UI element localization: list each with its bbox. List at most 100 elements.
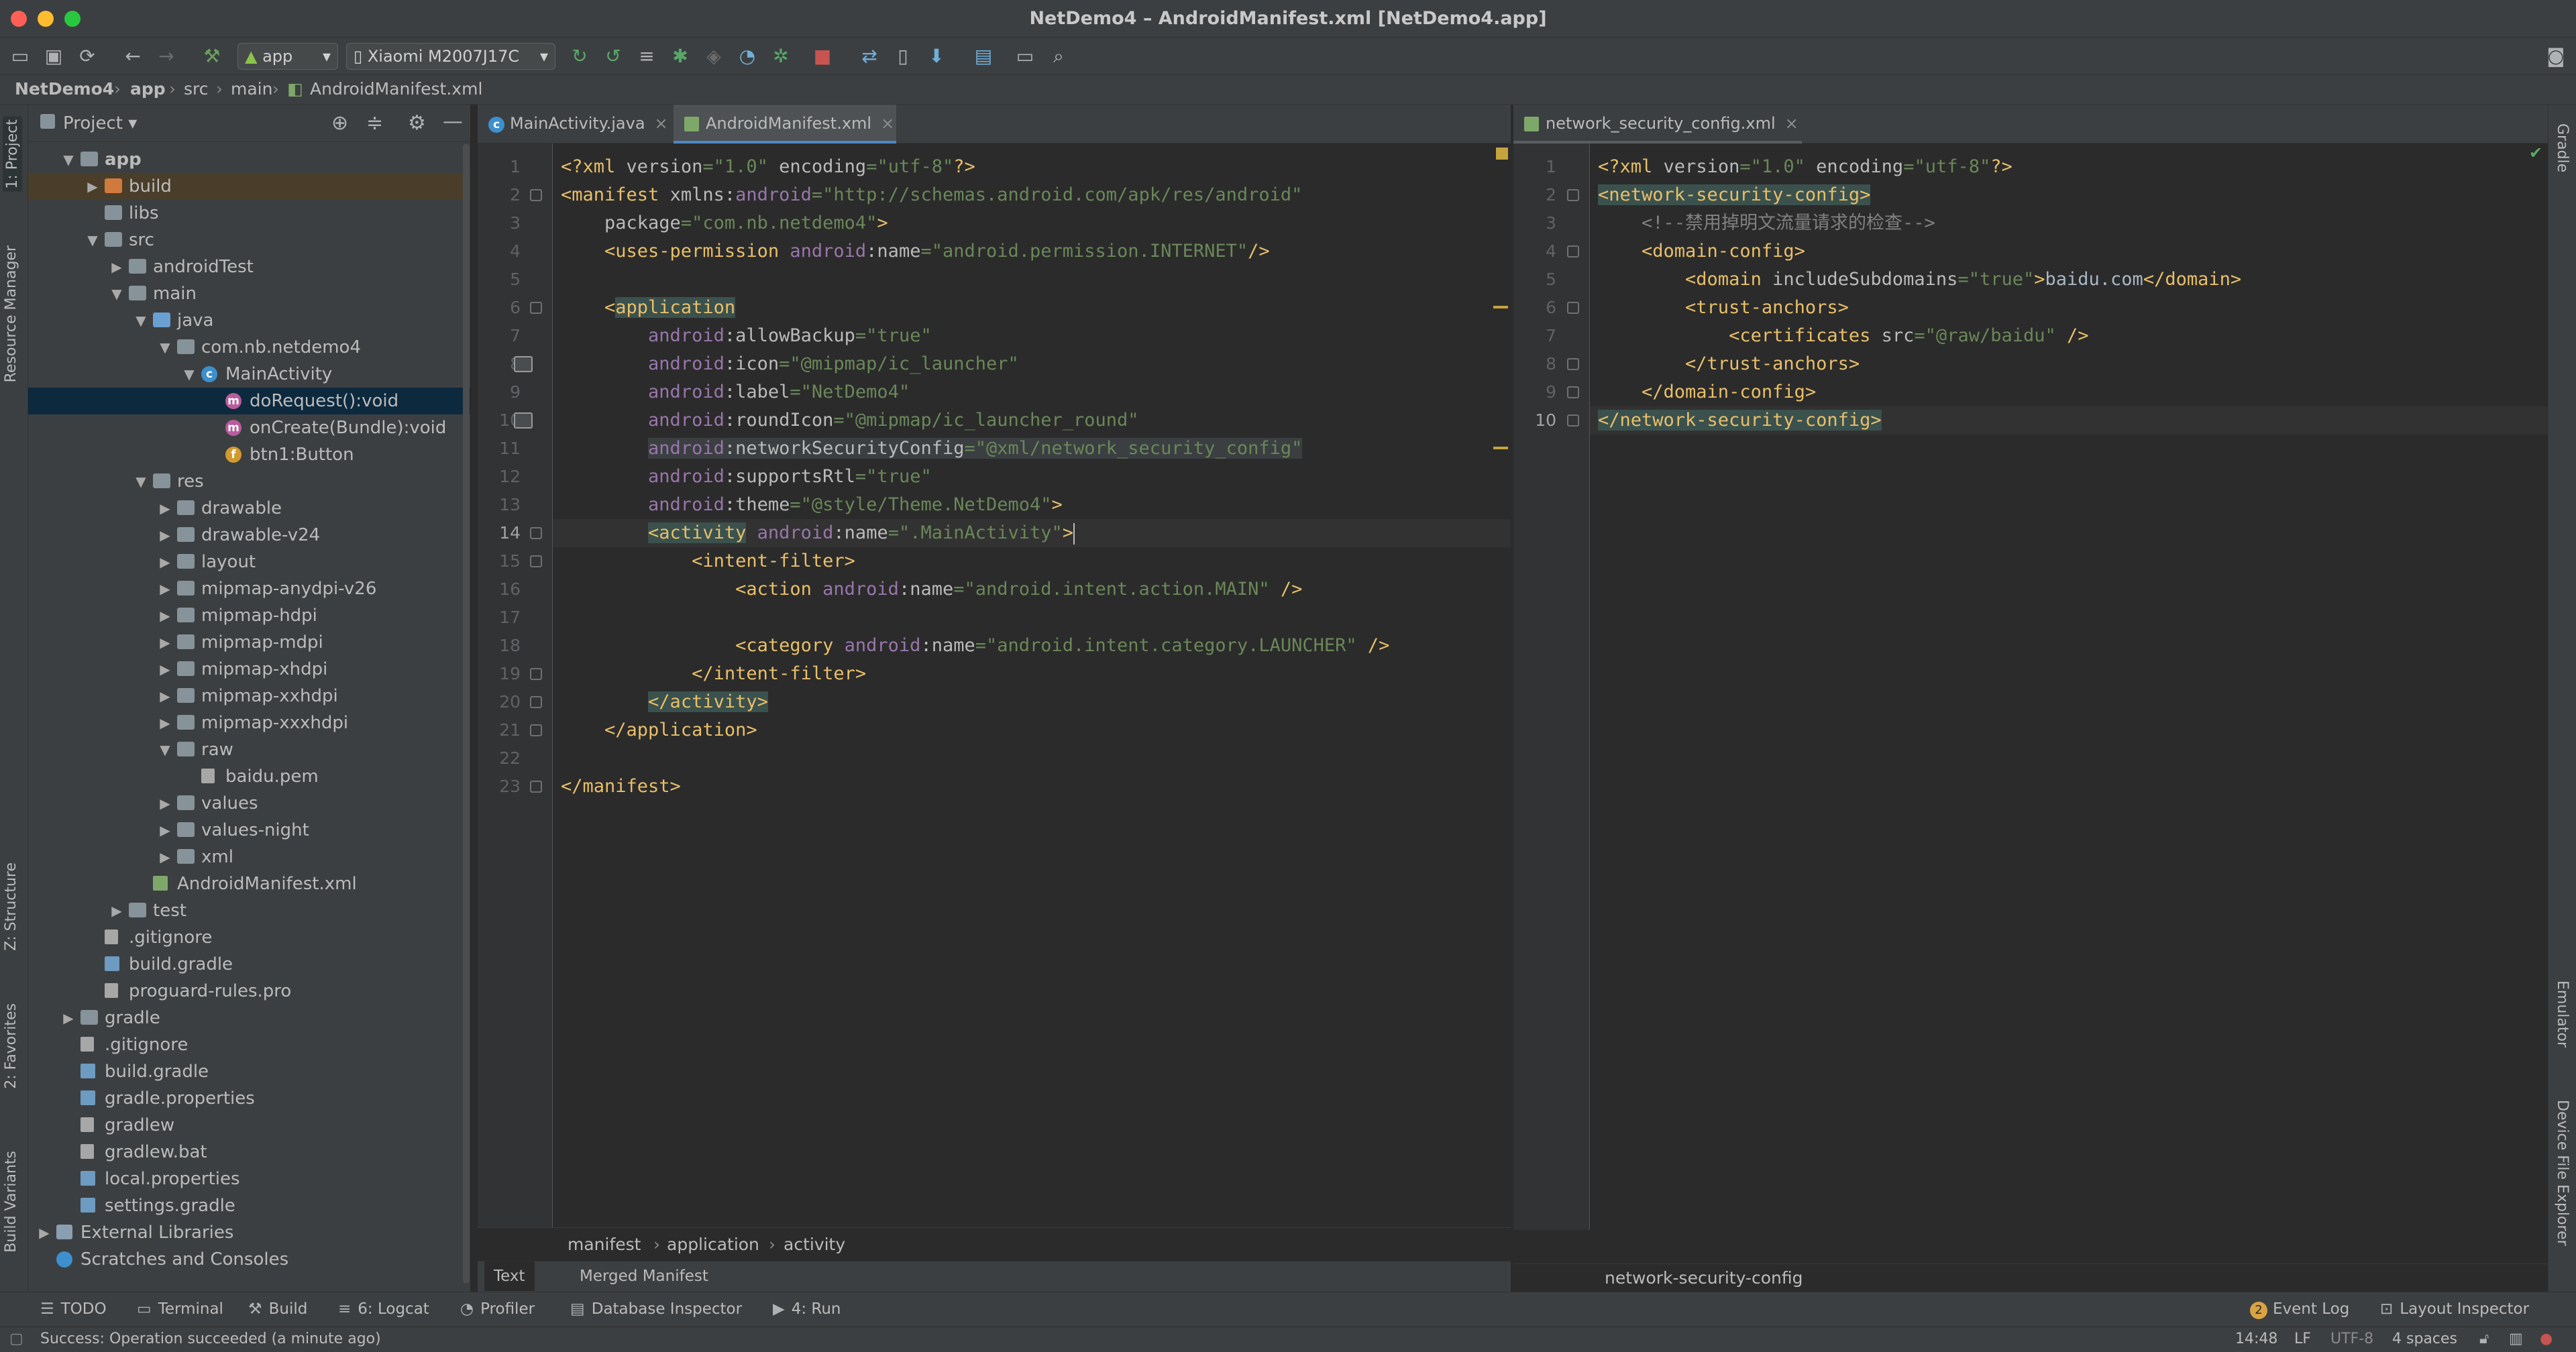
line-number[interactable]: 19 [480,660,521,688]
tree-item[interactable]: ▶ mipmap-mdpi [28,629,470,656]
collapse-arrow-icon[interactable]: ▶ [109,253,125,280]
line-number[interactable]: 22 [480,744,521,773]
tab-merged-manifest[interactable]: Merged Manifest [570,1261,718,1291]
device-select[interactable]: ▯ Xiaomi M2007J17C ▾ [346,43,555,70]
expand-arrow-icon[interactable]: ▼ [85,227,101,253]
hide-panel-icon[interactable]: — [443,110,463,133]
tool-layout-inspector[interactable]: ⊡ Layout Inspector [2380,1292,2529,1326]
indent-setting[interactable]: 4 spaces [2392,1327,2457,1351]
fold-toggle-icon[interactable] [530,302,542,314]
memory-icon[interactable]: ▥ [2509,1327,2523,1351]
line-separator[interactable]: LF [2294,1327,2311,1351]
attach-debugger-icon[interactable]: ✲ [770,46,792,67]
code-line[interactable]: <action android:name="android.intent.act… [553,575,1511,604]
code-line[interactable]: <intent-filter> [553,547,1511,575]
line-number[interactable]: 4 [1516,237,1556,266]
code-line[interactable]: android:networkSecurityConfig="@xml/netw… [553,435,1511,463]
avd-manager-icon[interactable]: ▯ [892,46,914,67]
apply-code-changes-icon[interactable]: ↺ [602,46,624,67]
collapse-arrow-icon[interactable]: ▶ [157,629,173,656]
image-preview-icon[interactable] [514,412,533,429]
line-number[interactable]: 20 [480,688,521,716]
error-indicator-icon[interactable]: ● [2540,1327,2553,1351]
code-line[interactable]: </manifest> [553,773,1511,801]
tree-item[interactable]: ▶ mipmap-anydpi-v26 [28,575,470,602]
code-line[interactable]: <category android:name="android.intent.c… [553,632,1511,660]
code-line[interactable]: </activity> [553,688,1511,716]
gradle-sync-icon[interactable]: ⇄ [859,46,880,67]
collapse-arrow-icon[interactable]: ▶ [109,897,125,924]
tree-item[interactable]: ▶ mipmap-xxxhdpi [28,710,470,736]
coverage-icon[interactable]: ◈ [703,46,724,67]
search-icon[interactable]: ⌕ [1048,46,1069,67]
line-number[interactable]: 6 [480,294,521,322]
hammer-icon[interactable]: ⚒ [201,46,223,67]
tool-window-structure[interactable]: Z: Structure [3,862,19,951]
status-toggle-icon[interactable]: ▢ [9,1327,23,1351]
line-number[interactable]: 9 [480,378,521,406]
line-number[interactable]: 5 [1516,266,1556,294]
line-number[interactable]: 7 [1516,322,1556,350]
tree-item[interactable]: ▶ layout [28,549,470,575]
tree-item[interactable]: ▶ gradle [28,1005,470,1031]
status-message[interactable]: Success: Operation succeeded (a minute a… [40,1327,381,1351]
tree-item[interactable]: ▶ mipmap-xxhdpi [28,683,470,710]
line-number[interactable]: 18 [480,632,521,660]
collapse-arrow-icon[interactable]: ▶ [157,522,173,549]
code-line[interactable]: android:supportsRtl="true" [553,463,1511,491]
tree-item[interactable]: m onCreate(Bundle):void [28,414,470,441]
fold-toggle-icon[interactable] [530,189,542,201]
tree-item[interactable]: ▶ androidTest [28,253,470,280]
locate-icon[interactable]: ⊕ [331,111,348,135]
apply-changes-icon[interactable]: ↻ [569,46,590,67]
line-number[interactable]: 9 [1516,378,1556,406]
tree-item[interactable]: ▼ raw [28,736,470,763]
tree-item[interactable]: Scratches and Consoles [28,1246,470,1273]
tool-window-project[interactable]: 1: Project [3,117,22,192]
expand-arrow-icon[interactable]: ▼ [60,146,76,173]
line-number[interactable]: 7 [480,322,521,350]
debug-icon[interactable]: ✱ [669,46,691,67]
code-line[interactable]: android:theme="@style/Theme.NetDemo4"> [553,491,1511,519]
expand-arrow-icon[interactable]: ▼ [109,280,125,307]
line-number[interactable]: 11 [480,435,521,463]
caret-position[interactable]: 14:48 [2235,1327,2277,1351]
sync-icon[interactable]: ⟳ [76,46,98,67]
collapse-arrow-icon[interactable]: ▶ [157,495,173,522]
line-number[interactable]: 2 [480,181,521,209]
error-stripe-marker[interactable] [1493,306,1508,308]
fold-toggle-icon[interactable] [1567,386,1579,398]
code-line[interactable]: <activity android:name=".MainActivity"> [553,519,1511,547]
line-number[interactable]: 14 [480,519,521,547]
project-view-select[interactable]: Project ▾ [63,105,137,142]
fold-toggle-icon[interactable] [530,668,542,680]
tab-network-security-config-xml[interactable]: network_security_config.xml × [1513,105,1802,144]
tool-window-favorites[interactable]: 2: Favorites [3,1003,19,1089]
code-line[interactable] [553,266,1511,294]
fold-toggle-icon[interactable] [1567,189,1579,201]
stop-icon[interactable]: ■ [812,46,833,67]
code-line[interactable]: <certificates src="@raw/baidu" /> [1590,322,2548,350]
tree-item[interactable]: proguard-rules.pro [28,978,470,1005]
tree-item[interactable]: gradlew.bat [28,1139,470,1166]
line-number[interactable]: 15 [480,547,521,575]
tree-item[interactable]: ▼ res [28,468,470,495]
tool-window-gradle[interactable]: Gradle [2554,123,2571,172]
expand-arrow-icon[interactable]: ▼ [133,468,149,495]
crumb-activity[interactable]: activity [784,1228,845,1261]
sdk-manager-icon[interactable]: ⬇ [926,46,947,67]
line-number[interactable]: 4 [480,237,521,266]
tab-androidmanifest-xml[interactable]: AndroidManifest.xml × [674,105,896,144]
collapse-arrow-icon[interactable]: ▶ [157,817,173,844]
fold-toggle-icon[interactable] [530,724,542,736]
collapse-arrow-icon[interactable]: ▶ [85,173,101,200]
code-line[interactable]: <?xml version="1.0" encoding="utf-8"?> [553,153,1511,181]
tool-todo[interactable]: ☰ TODO [40,1292,107,1326]
collapse-arrow-icon[interactable]: ▶ [157,710,173,736]
breadcrumb-project[interactable]: NetDemo4 [15,75,114,103]
tool-logcat[interactable]: ≡ 6: Logcat [338,1292,429,1326]
close-tab-icon[interactable]: × [1785,114,1799,133]
tree-item[interactable]: gradlew [28,1112,470,1139]
code-line[interactable] [553,604,1511,632]
tab-text[interactable]: Text [484,1261,535,1291]
